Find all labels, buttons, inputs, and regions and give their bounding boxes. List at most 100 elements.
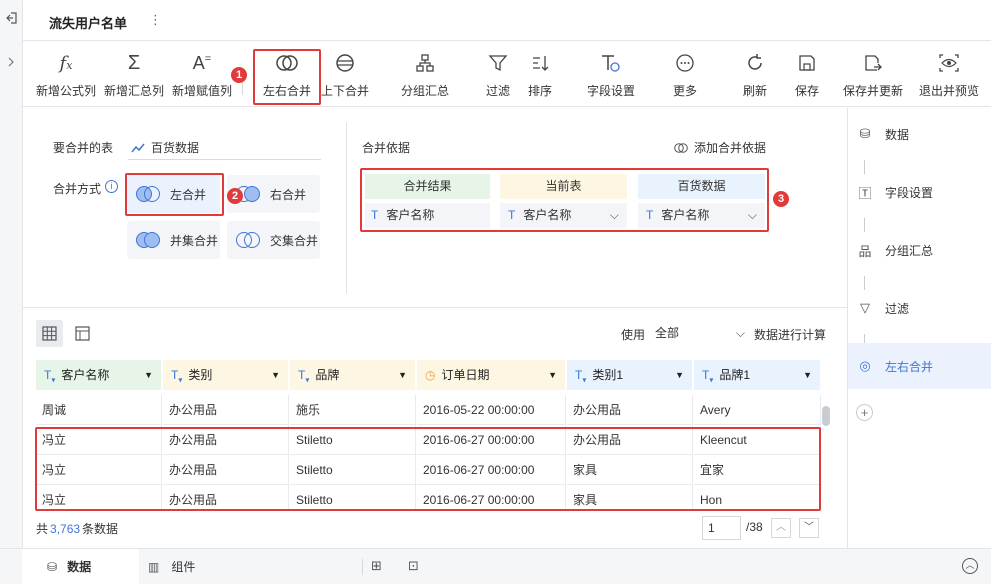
dropdown-arrow-icon[interactable]: ▼ [271,360,280,390]
grid-scrollbar[interactable] [822,406,830,426]
toolbar-label: 新增赋值列 [171,84,232,98]
column-header[interactable]: T▾ 类别1 ▼ [567,360,693,390]
page-title: 流失用户名单 [49,16,128,31]
toolbar-label: 保存 [794,84,819,98]
venn-merge-icon: ◎ [859,358,871,373]
page-down-icon[interactable]: ﹀ [799,518,819,538]
step-label: 数据 [885,127,910,142]
filter-icon: ▽ [860,300,870,315]
layout-view-button[interactable] [69,320,96,347]
column-header[interactable]: T▾ 品牌1 ▼ [694,360,821,390]
toolbar-label: 新增汇总列 [103,84,164,98]
save-and-update-button[interactable]: 保存并更新 [839,51,907,99]
dropdown-arrow-icon[interactable]: ▼ [398,360,407,390]
title-more-menu[interactable]: ⋮ [149,12,162,28]
refresh-button[interactable]: 刷新 [733,51,777,99]
sort-icon [519,51,561,75]
step-label: 过滤 [885,301,910,316]
add-merge-basis-button[interactable]: 添加合并依据 [674,139,766,156]
fx-icon: fx [59,52,73,74]
save-button[interactable]: 保存 [785,51,829,99]
page-input[interactable]: 1 [702,516,741,540]
add-step-icon[interactable]: + [856,404,873,421]
step-label: 分组汇总 [885,243,934,258]
text-type-icon: T▾ [171,368,183,385]
add-data-icon[interactable]: ⊞ [371,558,382,574]
page-up-icon[interactable]: ︿ [771,518,791,538]
table-cell[interactable]: 施乐 [290,395,416,425]
step-group-summary[interactable]: 品分组汇总 [848,227,991,273]
merge-basis-label: 合并依据 [362,141,411,155]
trend-icon [131,143,145,152]
group-icon [397,51,453,75]
merge-table-name: 百货数据 [151,141,200,155]
column-title: 品牌1 [719,368,751,382]
tab-component[interactable]: ▥ 组件 [148,549,195,584]
method-label: 交集合并 [270,233,319,248]
chart-icon: ▥ [148,559,160,574]
table-cell[interactable]: 周诚 [36,395,162,425]
add-component-icon[interactable]: ⊡ [408,558,419,574]
left-rail [0,0,23,548]
expand-chevron-icon[interactable] [6,56,16,68]
sigma-icon: Σ [127,51,141,74]
column-header[interactable]: T▾ 类别 ▼ [163,360,289,390]
add-assign-column-button[interactable]: A= 新增赋值列 [171,51,233,99]
more-button[interactable]: 更多 [661,51,709,99]
table-icon [42,326,57,341]
venn-add-icon [674,142,688,153]
add-basis-label: 添加合并依据 [694,141,767,155]
step-data[interactable]: ⛁ 数据 [848,111,991,157]
annotation-badge-2: 2 [227,188,243,204]
count-value: 3,763 [50,522,81,536]
tab-data[interactable]: ⛁ 数据 [22,549,139,584]
count-prefix: 共 [36,522,49,536]
column-title: 类别1 [592,368,624,382]
top-bottom-merge-button[interactable]: 上下合并 [317,51,373,99]
tab-label: 数据 [67,560,92,574]
scope-select[interactable]: 全部 ⌵ [654,320,749,346]
table-cell[interactable]: Avery [694,395,821,425]
step-filter[interactable]: ▽ 过滤 [848,285,991,331]
group-summary-button[interactable]: 分组汇总 [397,51,453,99]
collapse-up-icon[interactable]: ︿ [962,558,978,574]
use-label: 使用 [621,328,646,342]
toolbar-label: 更多 [672,84,697,98]
add-formula-column-button[interactable]: fx 新增公式列 [35,51,97,99]
calc-label: 数据进行计算 [754,328,827,342]
sort-button[interactable]: 排序 [519,51,561,99]
merge-table-value[interactable]: 百货数据 [131,139,199,156]
dropdown-arrow-icon[interactable]: ▼ [144,360,153,390]
exit-icon[interactable] [6,12,18,24]
filter-button[interactable]: 过滤 [477,51,519,99]
dropdown-arrow-icon[interactable]: ▼ [548,360,557,390]
intersect-merge-option[interactable]: 交集合并 [227,221,320,259]
step-field-settings[interactable]: 🅃 字段设置 [848,169,991,215]
union-merge-option[interactable]: 并集合并 [127,221,220,259]
table-cell[interactable]: 办公用品 [567,395,693,425]
assign-icon: A= [192,52,212,73]
column-header[interactable]: T▾ 品牌 ▼ [290,360,416,390]
column-header[interactable]: T▾ 客户名称 ▼ [36,360,162,390]
toolbar: fx 新增公式列 Σ 新增汇总列 A= 新增赋值列 左右合并 上下合并 分组汇总… [23,41,991,107]
info-icon[interactable]: i [105,180,118,193]
field-settings-button[interactable]: 字段设置 [579,51,643,99]
table-view-button[interactable] [36,320,63,347]
table-underline [128,159,321,160]
text-type-icon: T▾ [44,368,56,385]
exit-and-preview-button[interactable]: 退出并预览 [915,51,983,99]
stack-merge-icon [317,51,373,75]
union-merge-icon [136,231,162,249]
add-summary-column-button[interactable]: Σ 新增汇总列 [103,51,165,99]
text-type-icon: T▾ [575,368,587,385]
column-title: 类别 [188,368,213,382]
step-left-right-merge[interactable]: ◎ 左右合并 [848,343,991,389]
column-header[interactable]: ◷ 订单日期 ▼ [417,360,566,390]
table-cell[interactable]: 办公用品 [163,395,289,425]
intersect-merge-icon [236,231,262,249]
scope-value: 全部 [655,326,680,340]
dropdown-arrow-icon[interactable]: ▼ [675,360,684,390]
field-icon: 🅃 [858,185,872,201]
dropdown-arrow-icon[interactable]: ▼ [803,360,812,390]
table-cell[interactable]: 2016-05-22 00:00:00 [417,395,566,425]
